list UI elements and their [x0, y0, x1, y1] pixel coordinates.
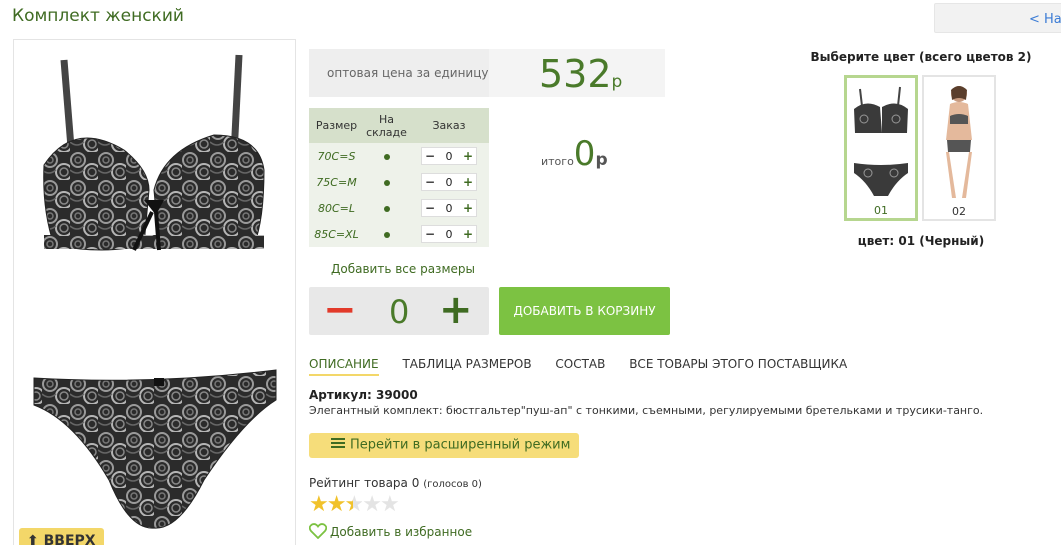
price-label: оптовая цена за единицу: [309, 49, 489, 97]
decrease-button[interactable]: −: [425, 202, 435, 214]
swatch-code: 01: [874, 204, 888, 217]
advanced-mode-label: Перейти в расширенный режим: [350, 437, 571, 453]
quantity-stepper[interactable]: −0 +: [421, 199, 477, 217]
decrease-button[interactable]: −: [425, 150, 435, 162]
scroll-up-button[interactable]: ⬆ ВВЕРХ: [19, 528, 104, 545]
scroll-up-label: ⬆ ВВЕРХ: [27, 533, 96, 545]
back-link[interactable]: < Назад: [934, 3, 1061, 33]
decrease-button[interactable]: −: [425, 228, 435, 240]
total-label: итого: [541, 155, 574, 168]
size-table: Размер На складе Заказ 70C=S −0 + 75C=M −…: [309, 108, 489, 247]
star-icon[interactable]: ★: [344, 492, 364, 517]
size-header: Размер: [309, 108, 364, 143]
product-description: Элегантный комплект: бюстгальтер"пуш-ап"…: [309, 404, 984, 417]
total: итого0р: [541, 134, 608, 174]
swatch-code: 02: [952, 205, 966, 218]
color-swatch-02[interactable]: 02: [922, 75, 996, 221]
size-value: 75C=M: [309, 169, 364, 195]
table-row: 70C=S −0 +: [309, 143, 489, 169]
price-value: 532р: [539, 52, 622, 96]
quantity-value[interactable]: 0: [389, 293, 409, 331]
product-photo[interactable]: [13, 39, 296, 545]
increase-button[interactable]: +: [463, 150, 473, 162]
order-header: Заказ: [409, 108, 489, 143]
color-picker-title: Выберите цвет (всего цветов 2): [810, 50, 1032, 64]
rating-votes: (голосов 0): [423, 479, 482, 490]
in-stock-indicator: [364, 169, 409, 195]
quantity-decrease-button[interactable]: −: [323, 287, 357, 333]
add-to-favorites-link[interactable]: Добавить в избранное: [308, 523, 473, 542]
increase-button[interactable]: +: [463, 202, 473, 214]
rating-stars[interactable]: ★★★★★: [309, 492, 400, 517]
stock-header: На складе: [364, 108, 409, 143]
price-currency: р: [611, 72, 623, 92]
price-box: 532р: [489, 49, 665, 97]
rating-text: Рейтинг товара 0: [309, 476, 420, 490]
quantity-stepper[interactable]: −0 +: [421, 225, 477, 243]
stepper-value[interactable]: 0: [446, 228, 453, 241]
quantity-stepper[interactable]: −0 +: [421, 173, 477, 191]
increase-button[interactable]: +: [463, 228, 473, 240]
quantity-increase-button[interactable]: +: [439, 287, 473, 333]
tab-size-chart[interactable]: ТАБЛИЦА РАЗМЕРОВ: [402, 357, 531, 374]
total-currency: р: [595, 150, 608, 170]
stepper-value[interactable]: 0: [446, 176, 453, 189]
stepper-value[interactable]: 0: [446, 150, 453, 163]
article-number: Артикул: 39000: [309, 388, 418, 402]
lingerie-image: [33, 54, 277, 529]
list-icon: [331, 437, 345, 453]
swatch-thumbnail: [854, 86, 908, 196]
price-number: 532: [539, 52, 612, 96]
in-stock-indicator: [364, 195, 409, 221]
increase-button[interactable]: +: [463, 176, 473, 188]
tab-description[interactable]: ОПИСАНИЕ: [309, 357, 379, 376]
rating-label: Рейтинг товара 0 (голосов 0): [309, 476, 482, 490]
total-value: 0: [573, 134, 596, 174]
color-swatch-01[interactable]: 01: [844, 75, 918, 221]
tab-composition[interactable]: СОСТАВ: [555, 357, 605, 374]
table-row: 80C=L −0 +: [309, 195, 489, 221]
add-to-cart-button[interactable]: ДОБАВИТЬ В КОРЗИНУ: [499, 287, 670, 335]
in-stock-indicator: [364, 143, 409, 169]
quantity-stepper[interactable]: −0 +: [421, 147, 477, 165]
star-icon[interactable]: ★: [362, 492, 382, 517]
table-row: 85C=XL −0 +: [309, 221, 489, 247]
page-title: Комплект женский: [12, 6, 184, 26]
size-value: 70C=S: [309, 143, 364, 169]
product-tabs: ОПИСАНИЕ ТАБЛИЦА РАЗМЕРОВ СОСТАВ ВСЕ ТОВ…: [309, 357, 867, 376]
heart-icon: [308, 523, 328, 542]
advanced-mode-button[interactable]: Перейти в расширенный режим: [309, 433, 579, 458]
decrease-button[interactable]: −: [425, 176, 435, 188]
swatch-thumbnail: [946, 86, 972, 198]
quantity-control: − 0 +: [309, 287, 489, 335]
size-value: 80C=L: [309, 195, 364, 221]
add-all-sizes-link[interactable]: Добавить все размеры: [331, 262, 475, 276]
favorites-label: Добавить в избранное: [330, 525, 473, 539]
star-icon[interactable]: ★: [309, 492, 329, 517]
table-row: 75C=M −0 +: [309, 169, 489, 195]
size-value: 85C=XL: [309, 221, 364, 247]
star-icon[interactable]: ★: [327, 492, 347, 517]
tab-supplier-products[interactable]: ВСЕ ТОВАРЫ ЭТОГО ПОСТАВЩИКА: [629, 357, 847, 374]
stepper-value[interactable]: 0: [446, 202, 453, 215]
selected-color-label: цвет: 01 (Черный): [857, 234, 985, 248]
in-stock-indicator: [364, 221, 409, 247]
star-icon[interactable]: ★: [380, 492, 400, 517]
